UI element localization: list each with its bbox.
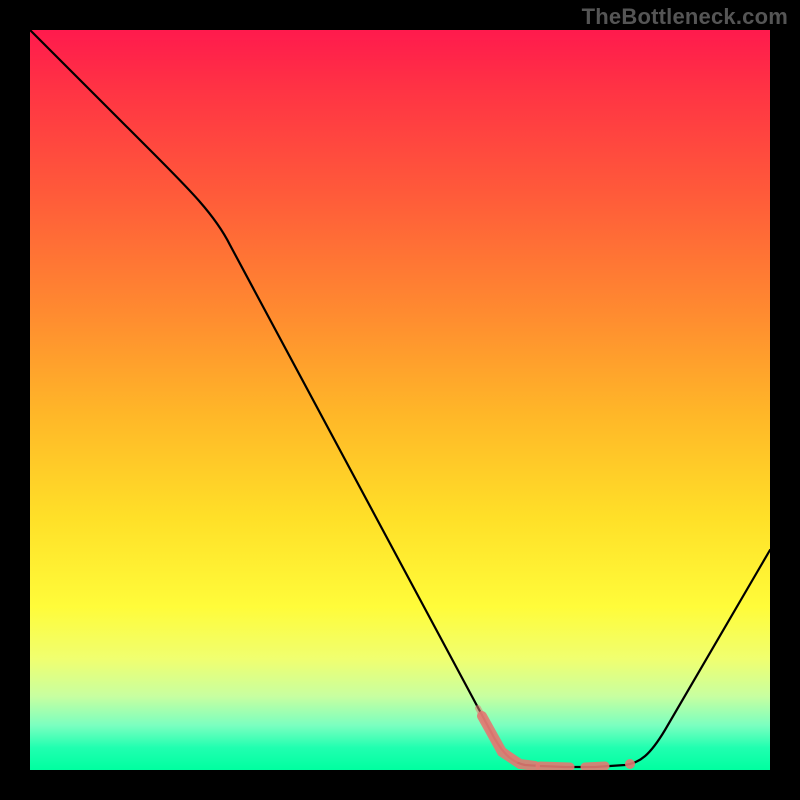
curve-svg [30, 30, 770, 770]
chart-container: TheBottleneck.com [0, 0, 800, 800]
highlight-flat-dash2 [585, 766, 605, 767]
highlight-descent [482, 716, 535, 766]
bottleneck-curve [30, 30, 770, 767]
highlight-dot [625, 759, 635, 769]
highlight-flat-dash1 [540, 766, 570, 767]
watermark-text: TheBottleneck.com [582, 4, 788, 30]
plot-area [30, 30, 770, 770]
